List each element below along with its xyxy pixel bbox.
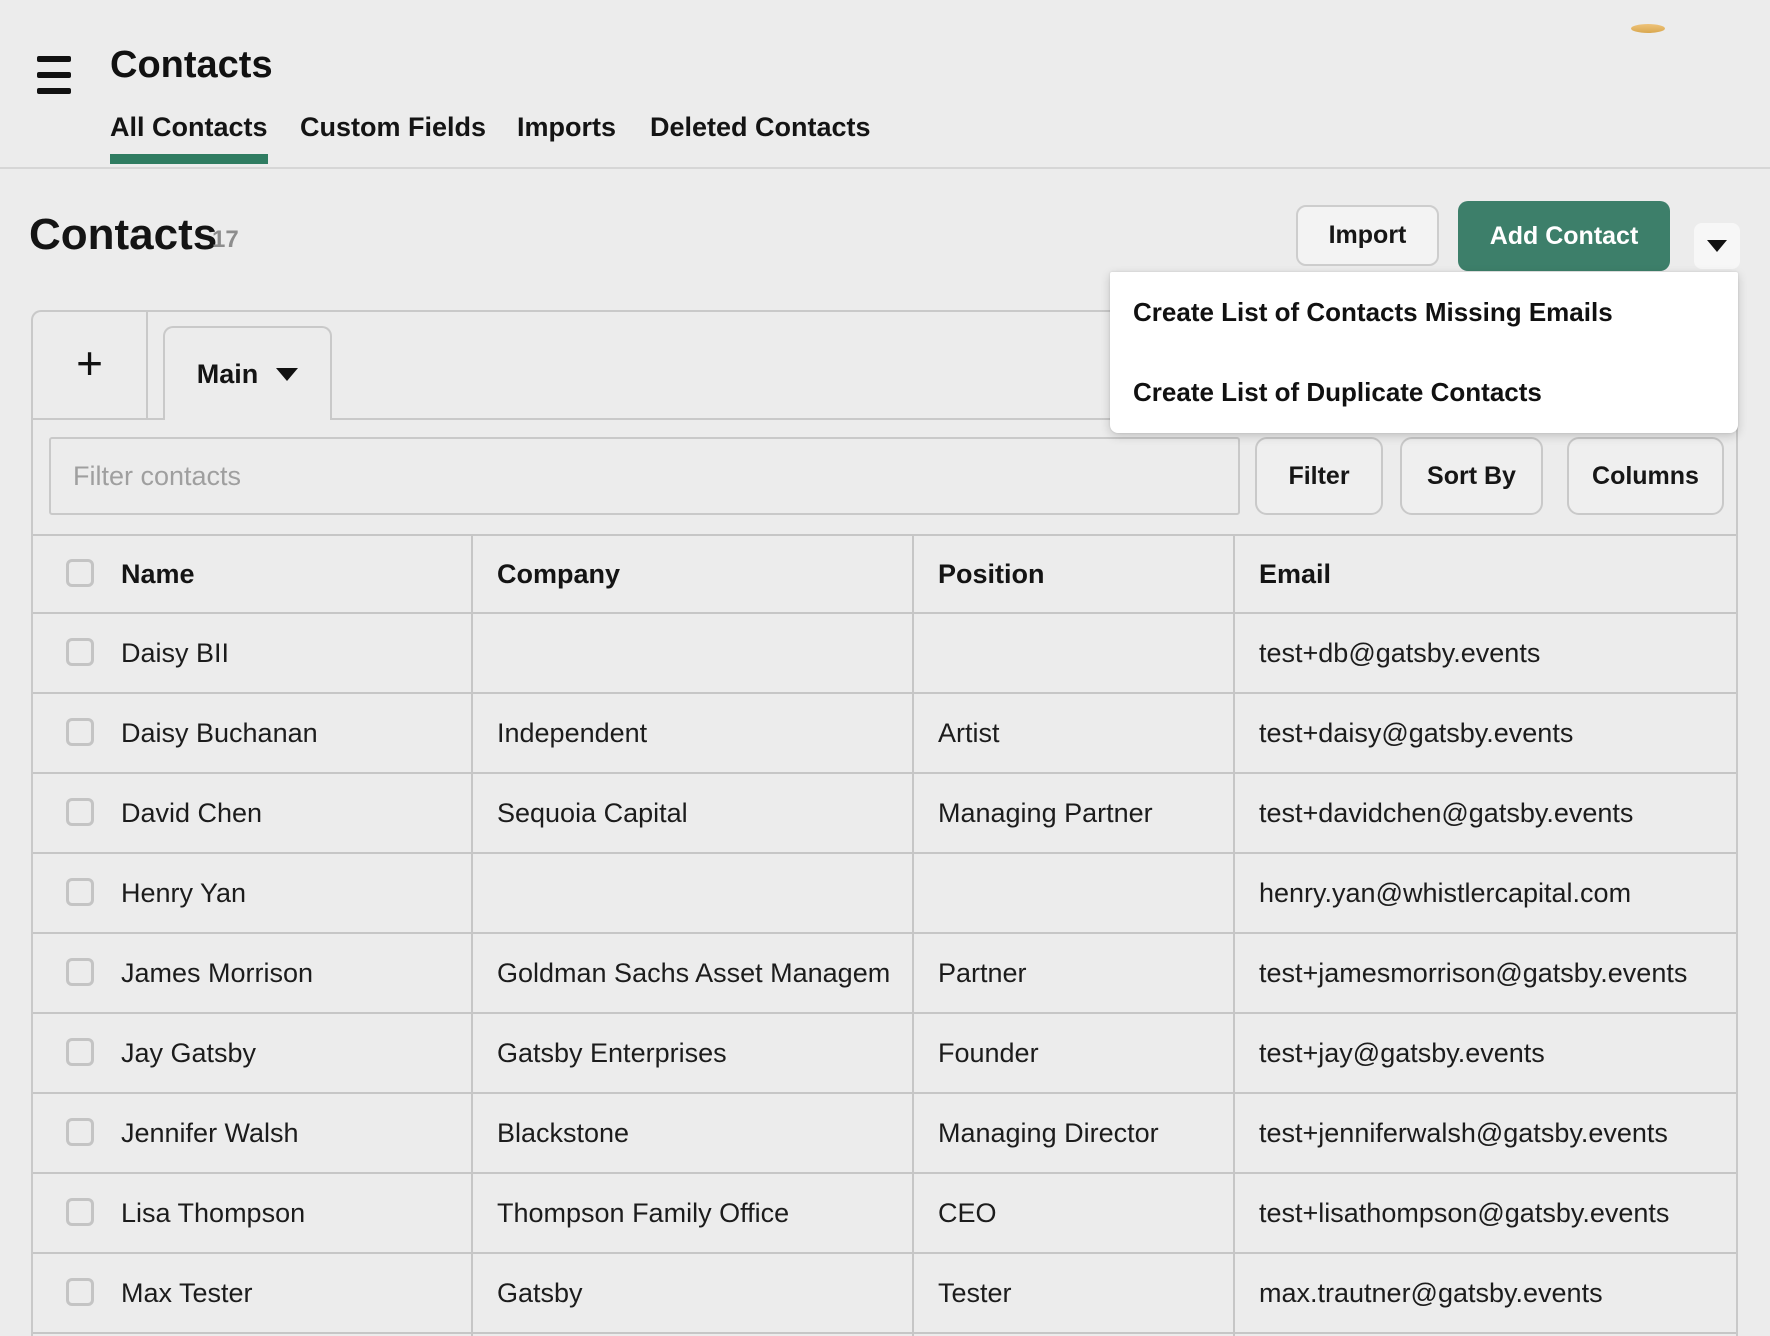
- row-checkbox[interactable]: [66, 1118, 94, 1146]
- table-row[interactable]: Daisy Buchanan Independent Artist test+d…: [33, 694, 1736, 774]
- tab-imports[interactable]: Imports: [517, 112, 616, 143]
- cell-company: Goldman Sachs Asset Managem: [497, 934, 910, 1012]
- hamburger-menu-icon[interactable]: [37, 56, 71, 94]
- list-tab-main-label: Main: [197, 359, 259, 390]
- add-list-tab-button[interactable]: +: [33, 312, 148, 418]
- table-row[interactable]: Henry Yan henry.yan@whistlercapital.com: [33, 854, 1736, 934]
- add-contact-more-button[interactable]: [1694, 223, 1740, 269]
- cell-email: test+jamesmorrison@gatsby.events: [1259, 934, 1729, 1012]
- row-checkbox[interactable]: [66, 1038, 94, 1066]
- row-checkbox[interactable]: [66, 1278, 94, 1306]
- cell-name: David Chen: [121, 774, 461, 852]
- cell-company: Sequoia Capital: [497, 774, 910, 852]
- chevron-down-icon: [276, 368, 298, 381]
- cell-email: test+db@gatsby.events: [1259, 614, 1729, 692]
- table-row[interactable]: James Morrison Goldman Sachs Asset Manag…: [33, 934, 1736, 1014]
- chevron-down-icon: [1707, 240, 1727, 252]
- table-row[interactable]: Jennifer Walsh Blackstone Managing Direc…: [33, 1094, 1736, 1174]
- cell-email: henry.yan@whistlercapital.com: [1259, 854, 1729, 932]
- column-divider: [912, 534, 914, 1336]
- cell-position: Artist: [938, 694, 1231, 772]
- cell-position: Tester: [938, 1254, 1231, 1332]
- cell-email: test+jay@gatsby.events: [1259, 1014, 1729, 1092]
- cell-company: Gatsby Enterprises: [497, 1014, 910, 1092]
- column-header-name[interactable]: Name: [121, 536, 461, 612]
- menu-item-create-list-missing-emails[interactable]: Create List of Contacts Missing Emails: [1110, 272, 1738, 352]
- sort-by-button[interactable]: Sort By: [1400, 437, 1543, 515]
- table-row[interactable]: Jay Gatsby Gatsby Enterprises Founder te…: [33, 1014, 1736, 1094]
- filter-contacts-input[interactable]: [49, 437, 1240, 515]
- cell-email: test+davidchen@gatsby.events: [1259, 774, 1729, 852]
- cell-company: [497, 614, 910, 692]
- cell-name: Max Tester: [121, 1254, 461, 1332]
- plus-icon: +: [76, 340, 103, 386]
- cell-company: Independent: [497, 694, 910, 772]
- contacts-panel: + Main Filter Sort By Columns Name Compa…: [31, 310, 1738, 1336]
- tab-custom-fields[interactable]: Custom Fields: [300, 112, 486, 143]
- add-contact-dropdown-menu: Create List of Contacts Missing Emails C…: [1110, 272, 1738, 433]
- filter-button[interactable]: Filter: [1255, 437, 1383, 515]
- cell-email: test+daisy@gatsby.events: [1259, 694, 1729, 772]
- contacts-count: 17: [212, 226, 239, 254]
- cell-name: Jennifer Walsh: [121, 1094, 461, 1172]
- import-button[interactable]: Import: [1296, 205, 1439, 266]
- table-row[interactable]: Max Tester Gatsby Tester max.trautner@ga…: [33, 1254, 1736, 1334]
- page-title: Contacts: [29, 210, 217, 260]
- row-checkbox[interactable]: [66, 638, 94, 666]
- tab-deleted-contacts[interactable]: Deleted Contacts: [650, 112, 871, 143]
- table-row[interactable]: Daisy BII test+db@gatsby.events: [33, 614, 1736, 694]
- cell-position: Managing Partner: [938, 774, 1231, 852]
- cell-position: Founder: [938, 1014, 1231, 1092]
- row-checkbox[interactable]: [66, 958, 94, 986]
- add-contact-button[interactable]: Add Contact: [1458, 201, 1670, 271]
- contacts-table: Name Company Position Email Daisy BII te…: [33, 534, 1736, 1334]
- cell-name: Daisy Buchanan: [121, 694, 461, 772]
- row-checkbox[interactable]: [66, 1198, 94, 1226]
- table-header-row: Name Company Position Email: [33, 536, 1736, 614]
- cell-company: Thompson Family Office: [497, 1174, 910, 1252]
- table-row[interactable]: Lisa Thompson Thompson Family Office CEO…: [33, 1174, 1736, 1254]
- select-all-checkbox[interactable]: [66, 559, 94, 587]
- cell-position: Managing Director: [938, 1094, 1231, 1172]
- column-header-company[interactable]: Company: [497, 536, 910, 612]
- cell-position: CEO: [938, 1174, 1231, 1252]
- column-divider: [1233, 534, 1235, 1336]
- cell-position: Partner: [938, 934, 1231, 1012]
- tab-all-contacts[interactable]: All Contacts: [110, 112, 268, 143]
- table-row[interactable]: David Chen Sequoia Capital Managing Part…: [33, 774, 1736, 854]
- cell-company: Gatsby: [497, 1254, 910, 1332]
- decorative-arc: [1631, 24, 1665, 33]
- cell-name: Jay Gatsby: [121, 1014, 461, 1092]
- row-checkbox[interactable]: [66, 878, 94, 906]
- column-header-position[interactable]: Position: [938, 536, 1231, 612]
- cell-position: [938, 854, 1231, 932]
- cell-email: test+lisathompson@gatsby.events: [1259, 1174, 1729, 1252]
- cell-name: Henry Yan: [121, 854, 461, 932]
- cell-email: max.trautner@gatsby.events: [1259, 1254, 1729, 1332]
- cell-company: Blackstone: [497, 1094, 910, 1172]
- cell-position: [938, 614, 1231, 692]
- app-title: Contacts: [110, 44, 273, 87]
- row-checkbox[interactable]: [66, 718, 94, 746]
- cell-name: Daisy BII: [121, 614, 461, 692]
- header-divider: [0, 167, 1770, 169]
- menu-item-create-list-duplicate-contacts[interactable]: Create List of Duplicate Contacts: [1110, 352, 1738, 432]
- cell-company: [497, 854, 910, 932]
- columns-button[interactable]: Columns: [1567, 437, 1724, 515]
- column-divider: [471, 534, 473, 1336]
- row-checkbox[interactable]: [66, 798, 94, 826]
- active-tab-underline: [110, 154, 268, 164]
- cell-name: James Morrison: [121, 934, 461, 1012]
- cell-email: test+jenniferwalsh@gatsby.events: [1259, 1094, 1729, 1172]
- cell-name: Lisa Thompson: [121, 1174, 461, 1252]
- list-tab-main[interactable]: Main: [163, 326, 332, 420]
- column-header-email[interactable]: Email: [1259, 536, 1729, 612]
